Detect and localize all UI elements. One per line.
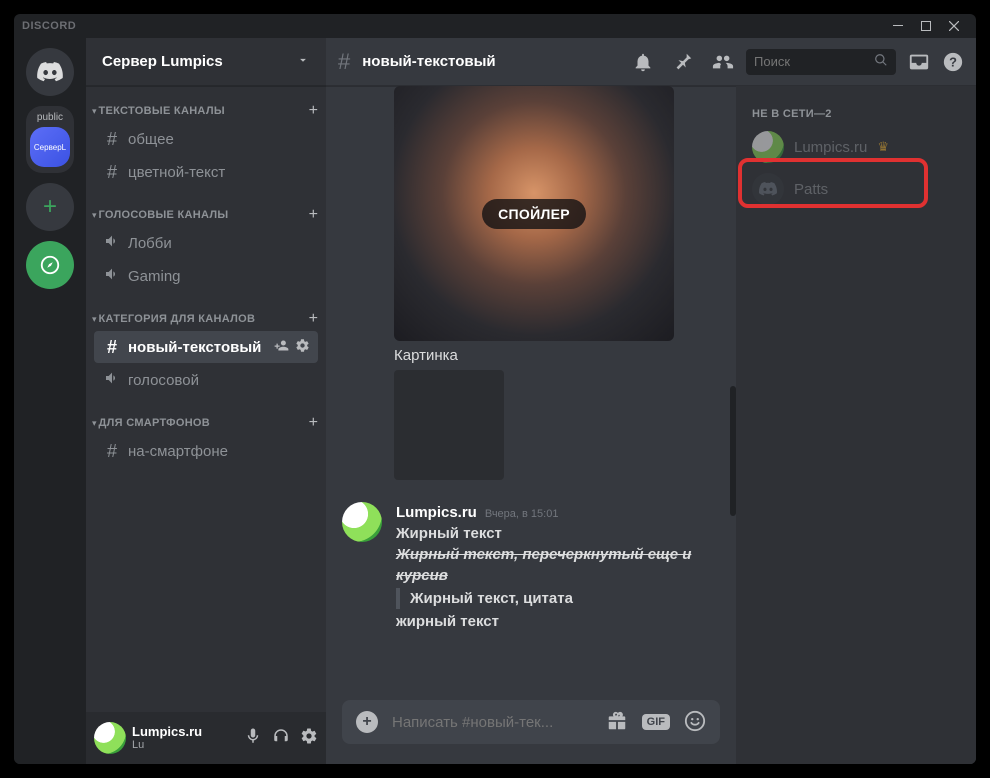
text-channel[interactable]: #цветной-текст [94, 156, 318, 188]
message-composer[interactable]: + GIF [342, 700, 720, 744]
text-channel-active[interactable]: #новый-текстовый [94, 331, 318, 363]
message-timestamp: Вчера, в 15:01 [485, 507, 559, 522]
voice-channel[interactable]: Gaming [94, 260, 318, 292]
spoiler-image[interactable]: СПОЙЛЕР [394, 86, 674, 341]
category-header[interactable]: ▾КАТЕГОРИЯ ДЛЯ КАНАЛОВ+ [86, 304, 326, 330]
home-button[interactable] [26, 48, 74, 96]
current-user-name: Lumpics.ru [132, 725, 202, 739]
explore-button[interactable] [26, 241, 74, 289]
messages-scroller[interactable]: СПОЙЛЕР Картинка Lumpics.ru Вчера, в 15:… [326, 86, 736, 700]
gift-button[interactable] [606, 710, 628, 735]
member-list-button[interactable] [712, 51, 734, 73]
server-name: Сервер Lumpics [102, 53, 223, 70]
current-user-tag: Lu [132, 739, 202, 751]
window-close-button[interactable] [940, 14, 968, 38]
inbox-button[interactable] [908, 51, 930, 73]
app-window: DISCORD public СерверL + Сервер Lumpics [14, 14, 976, 764]
window-minimize-button[interactable] [884, 14, 912, 38]
add-server-button[interactable]: + [26, 183, 74, 231]
avatar [752, 131, 784, 163]
svg-text:?: ? [949, 54, 957, 69]
search-input[interactable] [754, 54, 868, 69]
spoiler-label: СПОЙЛЕР [482, 199, 586, 229]
add-channel-button[interactable]: + [309, 310, 318, 328]
pinned-button[interactable] [672, 51, 694, 73]
member-item[interactable]: Lumpics.ru ♛ [744, 126, 968, 168]
add-channel-button[interactable]: + [309, 414, 318, 432]
mute-mic-button[interactable] [244, 727, 262, 750]
message-line: Жирный текст, перечеркнутый еще и курсив [396, 544, 720, 586]
chevron-down-icon: ▾ [92, 314, 97, 325]
avatar[interactable] [94, 722, 126, 754]
chevron-down-icon [296, 53, 310, 71]
server-folder[interactable]: public СерверL [26, 106, 74, 173]
window-maximize-button[interactable] [912, 14, 940, 38]
message-line: Жирный текст [396, 523, 720, 544]
help-button[interactable]: ? [942, 51, 964, 73]
chevron-down-icon: ▾ [92, 106, 97, 117]
message: Lumpics.ru Вчера, в 15:01 Жирный текст Ж… [342, 502, 720, 632]
text-channel[interactable]: #общее [94, 123, 318, 155]
chevron-down-icon: ▾ [92, 210, 97, 221]
chat-header: # новый-текстовый ? [326, 38, 976, 86]
message-line: жирный текст [396, 611, 720, 632]
server-rail: public СерверL + [14, 38, 86, 764]
brand-wordmark: DISCORD [22, 20, 76, 32]
hash-icon: # [102, 162, 122, 183]
voice-channel[interactable]: Лобби [94, 227, 318, 259]
user-panel: Lumpics.ru Lu [86, 712, 326, 764]
hash-icon: # [102, 441, 122, 462]
avatar [752, 173, 784, 205]
messages-area: СПОЙЛЕР Картинка Lumpics.ru Вчера, в 15:… [326, 86, 736, 764]
member-name: Lumpics.ru [794, 139, 867, 156]
attach-button[interactable]: + [356, 711, 378, 733]
hash-icon: # [102, 129, 122, 150]
notifications-button[interactable] [632, 51, 654, 73]
search-box[interactable] [746, 49, 896, 75]
speaker-icon [102, 370, 122, 391]
deafen-button[interactable] [272, 727, 290, 750]
emoji-button[interactable] [684, 710, 706, 735]
channels-list[interactable]: ▾ТЕКСТОВЫЕ КАНАЛЫ+ #общее #цветной-текст… [86, 86, 326, 712]
speaker-icon [102, 266, 122, 287]
server-icon[interactable]: СерверL [30, 127, 70, 167]
message-author[interactable]: Lumpics.ru [396, 502, 477, 523]
hash-icon: # [338, 49, 350, 75]
gif-button[interactable]: GIF [642, 714, 670, 730]
channel-title: новый-текстовый [362, 53, 495, 70]
image-caption: Картинка [394, 347, 720, 364]
members-heading: НЕ В СЕТИ—2 [744, 102, 968, 126]
message-line-quote: Жирный текст, цитата [396, 588, 720, 609]
message-input[interactable] [392, 714, 592, 731]
member-name: Patts [794, 181, 828, 198]
hash-icon: # [102, 337, 122, 358]
server-header[interactable]: Сервер Lumpics [86, 38, 326, 86]
titlebar: DISCORD [14, 14, 976, 38]
owner-crown-icon: ♛ [877, 139, 889, 155]
user-settings-button[interactable] [300, 727, 318, 750]
text-channel[interactable]: #на-смартфоне [94, 435, 318, 467]
category-header[interactable]: ▾ТЕКСТОВЫЕ КАНАЛЫ+ [86, 96, 326, 122]
avatar[interactable] [342, 502, 382, 542]
chevron-down-icon: ▾ [92, 418, 97, 429]
category-header[interactable]: ▾ДЛЯ СМАРТФОНОВ+ [86, 408, 326, 434]
add-channel-button[interactable]: + [309, 206, 318, 224]
voice-channel[interactable]: голосовой [94, 364, 318, 396]
add-channel-button[interactable]: + [309, 102, 318, 120]
invite-icon[interactable] [274, 338, 289, 356]
folder-label: public [37, 112, 63, 123]
attachment-placeholder[interactable] [394, 370, 504, 480]
speaker-icon [102, 233, 122, 254]
channels-sidebar: Сервер Lumpics ▾ТЕКСТОВЫЕ КАНАЛЫ+ #общее… [86, 38, 326, 764]
gear-icon[interactable] [295, 338, 310, 356]
main-content: # новый-текстовый ? [326, 38, 976, 764]
members-sidebar: НЕ В СЕТИ—2 Lumpics.ru ♛ Patts [736, 86, 976, 764]
category-header[interactable]: ▾ГОЛОСОВЫЕ КАНАЛЫ+ [86, 200, 326, 226]
member-item[interactable]: Patts [744, 168, 968, 210]
search-icon [874, 53, 888, 70]
